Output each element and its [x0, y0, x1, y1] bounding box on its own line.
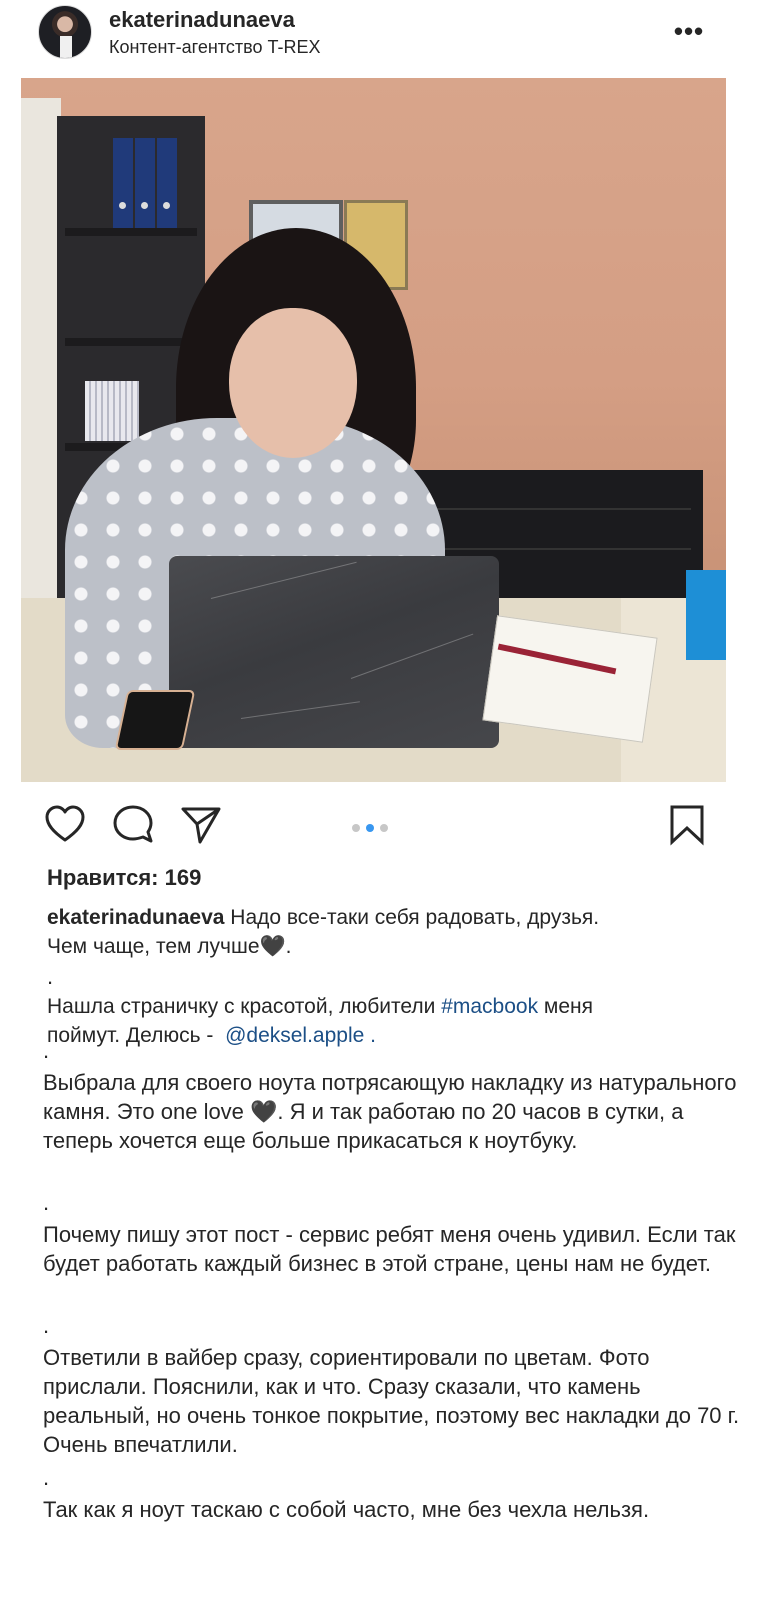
avatar-shirt [60, 36, 72, 58]
mention-link[interactable]: @deksel.apple [225, 1024, 364, 1047]
separator-dot: . [47, 964, 54, 989]
photo-sofa-seam [421, 508, 691, 510]
caption-text: Надо все-таки себя радовать, друзья. [224, 906, 600, 929]
photo-books [85, 381, 139, 441]
separator-dot: . [43, 1465, 50, 1490]
heart-icon[interactable] [44, 804, 86, 846]
caption-text: . [364, 1024, 376, 1047]
caption-text: Чем чаще, тем лучше🖤. [47, 935, 292, 958]
photo-notebook [482, 615, 658, 743]
carousel-indicator [352, 819, 394, 832]
caption-first: ekaterinadunaeva Надо все-таки себя радо… [47, 903, 737, 961]
post-username[interactable]: ekaterinadunaeva [109, 7, 295, 33]
carousel-dot [352, 824, 360, 832]
caption-text: меня [538, 995, 594, 1018]
caption-author[interactable]: ekaterinadunaeva [47, 906, 224, 929]
body-paragraph: Почему пишу этот пост - сервис ребят мен… [43, 1222, 736, 1276]
carousel-dot-active [366, 824, 374, 832]
photo-shelf [65, 338, 197, 346]
separator-dot: . [43, 1313, 50, 1338]
bookmark-icon[interactable] [666, 804, 708, 846]
photo-binder [113, 138, 133, 228]
photo-face [229, 308, 357, 458]
body-paragraph: Ответили в вайбер сразу, сориентировали … [43, 1345, 740, 1457]
separator-dot: . [43, 1190, 50, 1215]
separator-dot: . [43, 1038, 50, 1063]
body-paragraph: Выбрала для своего ноута потрясающую нак… [43, 1070, 737, 1153]
likes-count[interactable]: Нравится: 169 [47, 865, 201, 891]
send-icon[interactable] [180, 804, 222, 846]
photo-phone [114, 690, 196, 750]
post-photo[interactable] [21, 78, 726, 782]
photo-shelf [65, 228, 197, 236]
comment-icon[interactable] [112, 804, 154, 846]
photo-pen-cup [686, 570, 726, 660]
photo-binder [157, 138, 177, 228]
apple-logo-icon [317, 634, 357, 680]
action-bar [0, 796, 763, 856]
caption-second: Нашла страничку с красотой, любители #ma… [47, 992, 737, 1050]
post-header: ekaterinadunaeva Контент-агентство T-REX… [0, 0, 763, 80]
caption-text: Нашла страничку с красотой, любители [47, 995, 442, 1018]
avatar[interactable] [38, 5, 92, 59]
photo-cabinet [21, 98, 61, 658]
caption-text: поймут. Делюсь - [47, 1024, 220, 1047]
post-location[interactable]: Контент-агентство T-REX [109, 37, 320, 58]
photo-sofa-seam [421, 548, 691, 550]
photo-binder [135, 138, 155, 228]
carousel-dot [380, 824, 388, 832]
body-paragraph: Так как я ноут таскаю с собой часто, мне… [43, 1497, 650, 1522]
more-options-icon[interactable]: ••• [671, 16, 707, 46]
hashtag-link[interactable]: #macbook [441, 995, 538, 1018]
